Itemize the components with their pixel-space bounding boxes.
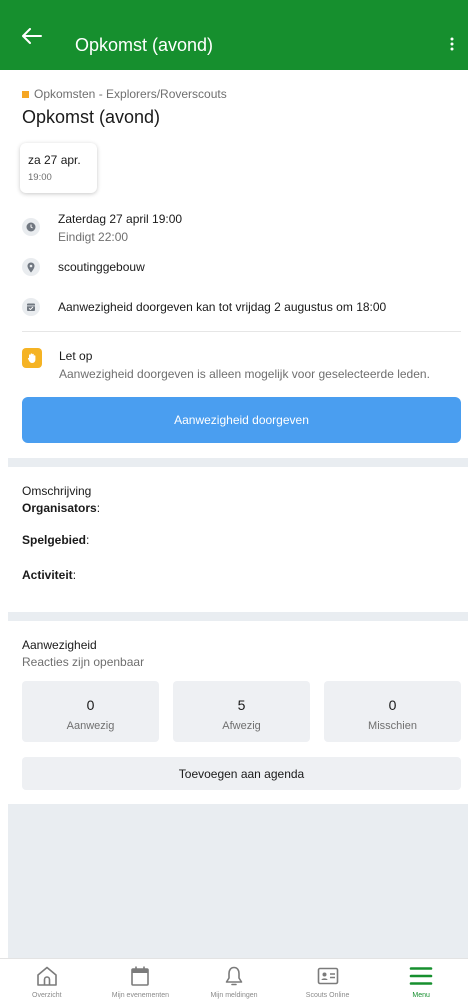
page-title: Opkomst (avond) — [75, 35, 214, 55]
organisators-label: Organisators — [22, 501, 97, 515]
section-separator — [8, 612, 468, 621]
organisators-colon: : — [96, 501, 101, 515]
location-row: scoutinggebouw — [22, 258, 145, 276]
nav-item-overzicht[interactable]: Overzicht — [0, 959, 94, 1005]
empty-content-area — [8, 804, 468, 958]
deadline-row: Aanwezigheid doorgeven kan tot vrijdag 2… — [22, 298, 387, 316]
spelgebied-label: Spelgebied — [22, 533, 87, 547]
activiteit-colon: : — [72, 568, 77, 582]
nav-item-mijn-meldingen[interactable]: Mijn meldingen — [187, 959, 281, 1005]
bottom-navigation: Overzicht Mijn evenementen Mijn meldinge… — [0, 958, 468, 1005]
stat-label: Misschien — [368, 720, 417, 732]
submit-attendance-button[interactable]: Aanwezigheid doorgeven — [22, 397, 461, 443]
calendar-icon — [131, 966, 150, 986]
attendance-deadline: Aanwezigheid doorgeven kan tot vrijdag 2… — [58, 300, 387, 314]
home-icon — [36, 966, 57, 986]
event-location: scoutinggebouw — [58, 260, 145, 274]
location-pin-icon — [22, 258, 40, 276]
notice-title: Let op — [59, 349, 93, 363]
calendar-check-icon — [22, 298, 40, 316]
date-card: za 27 apr. 19:00 — [20, 143, 97, 193]
app-header: Opkomst (avond) — [0, 0, 468, 70]
attendance-heading: Aanwezigheid — [22, 638, 97, 652]
stat-count: 5 — [237, 697, 246, 713]
notice-text: Aanwezigheid doorgeven is alleen mogelij… — [59, 367, 430, 381]
bell-icon — [225, 966, 243, 986]
stat-present[interactable]: 0 Aanwezig — [22, 681, 159, 742]
back-arrow-icon[interactable] — [22, 28, 42, 44]
notice-box: Let op Aanwezigheid doorgeven is alleen … — [22, 348, 430, 382]
spelgebied-colon: : — [86, 533, 90, 547]
add-to-calendar-button[interactable]: Toevoegen aan agenda — [22, 757, 461, 790]
nav-label: Overzicht — [32, 992, 62, 999]
description-heading: Omschrijving — [22, 484, 92, 498]
nav-item-menu[interactable]: Menu — [374, 959, 468, 1005]
organisators-field: Organisators: — [22, 501, 100, 515]
nav-label: Mijn meldingen — [210, 992, 258, 999]
stat-maybe[interactable]: 0 Misschien — [324, 681, 461, 742]
nav-label: Mijn evenementen — [111, 992, 169, 999]
stat-absent[interactable]: 5 Afwezig — [173, 681, 310, 742]
stat-count: 0 — [86, 697, 95, 713]
activiteit-label: Activiteit — [22, 568, 73, 582]
menu-icon — [409, 967, 433, 985]
stat-count: 0 — [388, 697, 397, 713]
nav-label: Menu — [412, 992, 430, 999]
section-separator — [8, 458, 468, 467]
divider — [22, 331, 461, 332]
datetime-row: Zaterdag 27 april 19:00 Eindigt 22:00 — [22, 211, 182, 245]
nav-item-scouts-online[interactable]: Scouts Online — [281, 959, 375, 1005]
stat-label: Aanwezig — [66, 720, 115, 732]
event-end-time: Eindigt 22:00 — [58, 230, 129, 244]
clock-icon — [22, 218, 40, 236]
nav-item-mijn-evenementen[interactable]: Mijn evenementen — [94, 959, 188, 1005]
activiteit-field: Activiteit: — [22, 568, 76, 582]
more-options-icon[interactable] — [446, 36, 458, 52]
event-datetime: Zaterdag 27 april 19:00 — [58, 212, 183, 226]
category-color-marker — [22, 90, 29, 98]
event-title: Opkomst (avond) — [22, 107, 161, 127]
hand-icon — [22, 348, 42, 368]
nav-label: Scouts Online — [305, 992, 350, 999]
id-card-icon — [317, 967, 338, 985]
attendance-visibility: Reacties zijn openbaar — [22, 655, 145, 669]
date-card-time: 19:00 — [28, 172, 52, 183]
stat-label: Afwezig — [222, 720, 261, 732]
spelgebied-field: Spelgebied: — [22, 533, 89, 547]
event-category-label: Opkomsten - Explorers/Roverscouts — [34, 87, 227, 101]
event-category: Opkomsten - Explorers/Roverscouts — [22, 87, 227, 101]
date-card-date: za 27 apr. — [28, 153, 81, 167]
